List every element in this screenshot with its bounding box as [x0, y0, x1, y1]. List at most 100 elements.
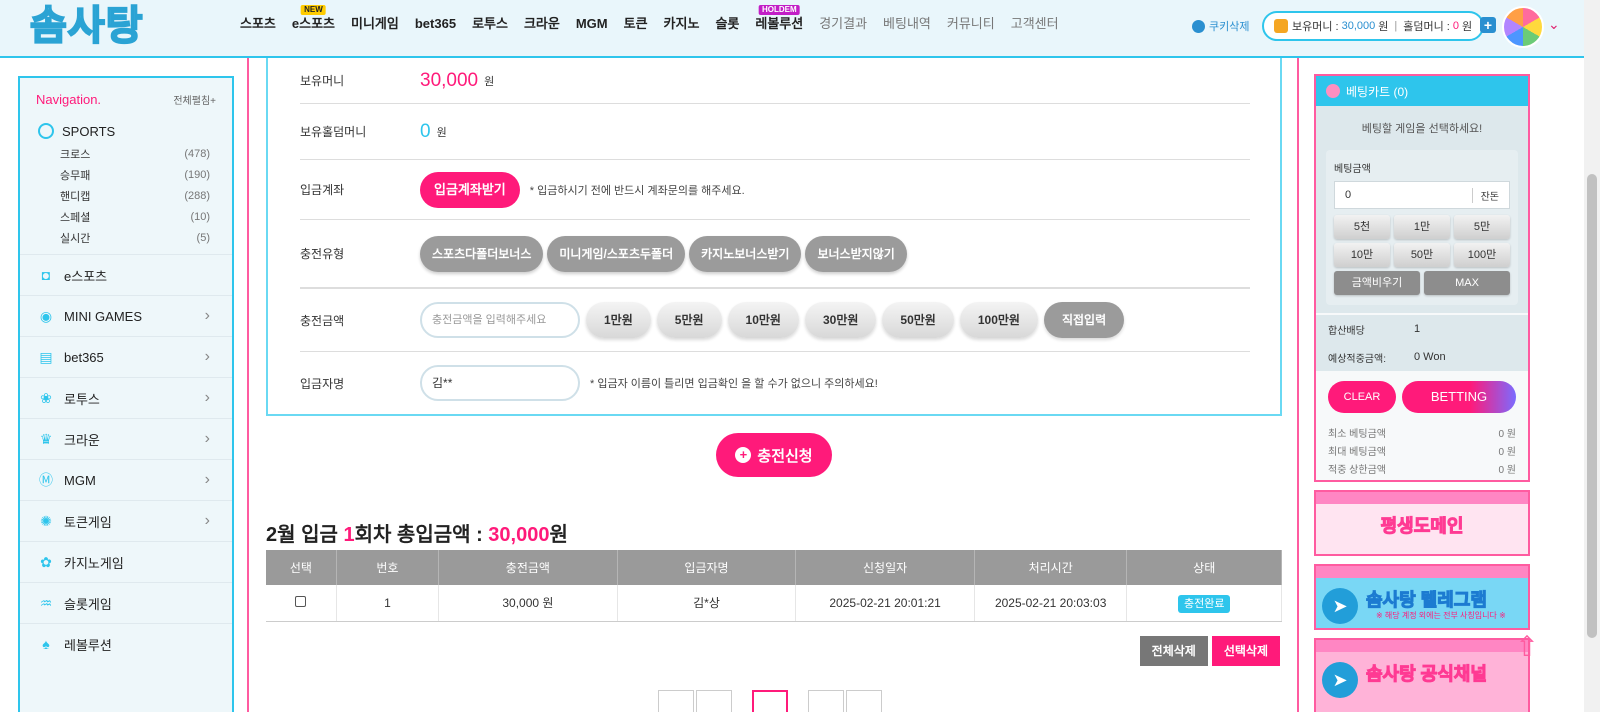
sidebar-item[interactable]: ◉ MINI GAMES ›: [20, 295, 232, 336]
amount-quick-button[interactable]: 100만원: [959, 302, 1038, 338]
sidebar-item[interactable]: ♒ 슬롯게임: [20, 582, 232, 623]
sidebar-item[interactable]: ◘ e스포츠: [20, 254, 232, 295]
charge-type-button[interactable]: 미니게임/스포츠두폴더: [547, 235, 686, 272]
get-account-button[interactable]: 입금계좌받기: [420, 171, 520, 208]
sports-submenu-item[interactable]: 실시간 (5): [60, 227, 232, 248]
sidebar-item[interactable]: ▤ bet365 ›: [20, 336, 232, 377]
amount-quick-button[interactable]: 5만원: [656, 302, 722, 338]
depositor-name-field[interactable]: 김**: [420, 365, 580, 401]
cookie-delete-link[interactable]: 쿠키삭제: [1192, 18, 1249, 34]
sports-submenu-item[interactable]: 크로스 (478): [60, 143, 232, 164]
delete-buttons: 전체삭제 선택삭제: [1139, 636, 1280, 666]
nav-item[interactable]: e스포츠 NEW: [284, 5, 343, 34]
quick-bet-button[interactable]: 1만: [1394, 215, 1450, 239]
nav-badge: HOLDEM: [758, 5, 800, 15]
expand-all-button[interactable]: 전체펼침+: [173, 92, 216, 107]
nav-item[interactable]: 미니게임: [343, 14, 407, 34]
sidebar-item[interactable]: ❀ 로투스 ›: [20, 377, 232, 418]
left-sidebar: Navigation. 전체펼침+ SPORTS 크로스 (478) 승무패 (190…: [18, 76, 234, 712]
top-header: 솜사탕 스포츠 e스포츠 NEW 미니게임 bet365 로투스 크라운 MGM 토큰 카지노 슬롯…: [0, 0, 1584, 58]
cell-amount: 30,000 원: [438, 585, 618, 622]
nav-item[interactable]: 토큰: [616, 14, 656, 34]
nav-item[interactable]: 레볼루션 HOLDEM: [747, 5, 811, 34]
direct-input-button[interactable]: 직접입력: [1043, 302, 1125, 338]
amount-row: 충전금액 충전금액을 입력해주세요 1만원 5만원 10만원 30만원 50만원 100만…: [300, 288, 1250, 352]
quick-bet-button[interactable]: 10만: [1334, 243, 1390, 267]
quick-bet-button[interactable]: 5만: [1454, 215, 1510, 239]
page-prev-button[interactable]: [696, 690, 732, 712]
sidebar-menu: ◘ e스포츠 ◉ MINI GAMES › ▤ bet365 › ❀ 로투스 › ♛ 크라운 › Ⓜ MGM ›…: [20, 254, 232, 664]
page-next-button[interactable]: [808, 690, 844, 712]
bet-amount-input[interactable]: 0 잔돈: [1334, 181, 1510, 209]
nav-item[interactable]: 로투스: [464, 14, 516, 34]
holdem-unit: 원: [436, 126, 447, 139]
channel-banner[interactable]: ➤ 솜사탕 공식채널: [1314, 638, 1530, 712]
nav-item[interactable]: bet365: [407, 14, 464, 34]
sidebar-item[interactable]: ♛ 크라운 ›: [20, 418, 232, 459]
nav-item[interactable]: 크라운: [516, 14, 568, 34]
chevron-down-icon[interactable]: ⌄: [1548, 16, 1560, 33]
nav-item-label: MGM: [575, 16, 608, 31]
amount-quick-button[interactable]: 50만원: [882, 302, 954, 338]
amount-quick-button[interactable]: 1만원: [586, 302, 651, 338]
page-current-button[interactable]: [752, 690, 788, 712]
charge-plus-button[interactable]: +: [1480, 17, 1496, 33]
amount-input[interactable]: 충전금액을 입력해주세요: [420, 302, 580, 338]
holdem-value: 0: [420, 120, 431, 142]
clear-amount-button[interactable]: 금액비우기: [1334, 271, 1420, 295]
nav-item[interactable]: 경기결과: [811, 14, 875, 34]
scrollbar-thumb[interactable]: [1587, 174, 1597, 638]
charge-type-button[interactable]: 보너스받지않기: [805, 235, 907, 272]
sports-submenu-item[interactable]: 스페셜 (10): [60, 206, 232, 227]
avatar[interactable]: [1502, 6, 1544, 48]
page-last-button[interactable]: [846, 690, 882, 712]
quick-bet-button[interactable]: 100만: [1454, 243, 1510, 267]
sidebar-item-label: bet365: [64, 349, 104, 365]
nav-item[interactable]: 고객센터: [1003, 14, 1067, 34]
sidebar-item-sports[interactable]: SPORTS: [20, 107, 232, 139]
quick-bet-button[interactable]: 5천: [1334, 215, 1390, 239]
delete-selected-button[interactable]: 선택삭제: [1211, 636, 1280, 666]
sports-submenu-item[interactable]: 승무패 (190): [60, 164, 232, 185]
domain-banner[interactable]: 평생도메인: [1314, 490, 1530, 556]
nav-item[interactable]: MGM: [568, 14, 616, 34]
nav-item[interactable]: 베팅내역: [875, 14, 939, 34]
nav-item-label: bet365: [414, 16, 457, 31]
domain-banner-text: 평생도메인: [1380, 516, 1464, 537]
total-odds-label: 합산배당: [1328, 325, 1365, 337]
nav-item[interactable]: 스포츠: [232, 14, 284, 34]
charge-submit-button[interactable]: + 충전신청: [716, 433, 832, 477]
sports-submenu-item[interactable]: 핸디캡 (288): [60, 185, 232, 206]
charge-type-button[interactable]: 카지노보너스받기: [689, 235, 802, 272]
sidebar-title: Navigation.: [36, 92, 102, 107]
row-checkbox[interactable]: [295, 595, 307, 607]
telegram-banner[interactable]: ➤ 솜사탕 텔레그램 ※ 해당 계정 외에는 전부 사칭입니다 ※: [1314, 564, 1530, 630]
nav-item[interactable]: 커뮤니티: [939, 14, 1003, 34]
nav-item[interactable]: 슬롯: [707, 14, 747, 34]
quick-amount-grid: 5천 1만 5만 10만 50만 100만: [1334, 215, 1510, 267]
sidebar-item[interactable]: ✿ 카지노게임: [20, 541, 232, 582]
betting-button[interactable]: BETTING: [1402, 381, 1516, 413]
max-button[interactable]: MAX: [1424, 271, 1510, 295]
wallet-money-label: 보유머니 :: [1292, 21, 1339, 33]
page-scrollbar[interactable]: [1584, 0, 1600, 712]
wallet-divider: |: [1394, 20, 1398, 32]
sidebar-item[interactable]: ♠ 레볼루션: [20, 623, 232, 664]
amount-quick-button[interactable]: 10만원: [727, 302, 799, 338]
quick-bet-button[interactable]: 50만: [1394, 243, 1450, 267]
charge-type-button[interactable]: 스포츠다폴더보너스: [420, 235, 544, 272]
scroll-top-icon[interactable]: ⇧: [1512, 632, 1542, 662]
sports-ball-icon: [38, 123, 54, 139]
nav-item-label: 베팅내역: [883, 16, 931, 31]
delete-all-button[interactable]: 전체삭제: [1139, 636, 1208, 666]
sidebar-item[interactable]: Ⓜ MGM ›: [20, 459, 232, 500]
page-first-button[interactable]: [658, 690, 694, 712]
chevron-right-icon: ›: [204, 430, 210, 447]
amount-quick-button[interactable]: 30만원: [804, 302, 877, 338]
balance-button[interactable]: 잔돈: [1471, 187, 1499, 203]
clear-button[interactable]: CLEAR: [1328, 381, 1396, 413]
sidebar-item[interactable]: ✺ 토큰게임 ›: [20, 500, 232, 541]
money-value: 30,000: [420, 69, 479, 91]
site-logo[interactable]: 솜사탕: [29, 2, 170, 50]
nav-item[interactable]: 카지노: [656, 14, 708, 34]
